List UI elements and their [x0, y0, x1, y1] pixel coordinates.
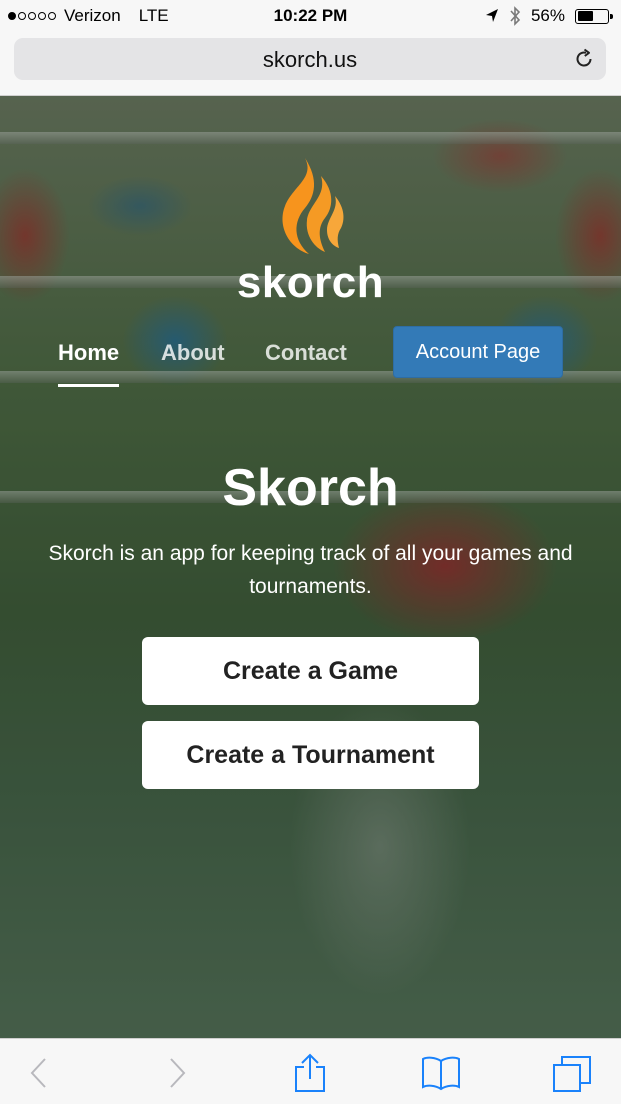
battery-fill — [577, 11, 594, 21]
tagline: Skorch is an app for keeping track of al… — [48, 542, 573, 598]
page: Verizon LTE 10:22 PM 56% skorch.us skorc… — [0, 0, 621, 1104]
battery-percent: 56% — [530, 6, 565, 25]
logo-text: skorch — [236, 258, 385, 307]
battery-tip — [610, 13, 613, 19]
nav-contact[interactable]: Contact — [265, 340, 347, 366]
main-nav: Home About Contact Account Page — [0, 326, 621, 394]
reload-icon[interactable] — [572, 47, 596, 71]
status-bar: Verizon LTE 10:22 PM 56% — [0, 0, 621, 34]
forward-icon[interactable] — [156, 1053, 196, 1093]
nav-home[interactable]: Home — [58, 340, 120, 387]
tabs-icon[interactable] — [552, 1053, 592, 1093]
bookmarks-icon[interactable] — [421, 1053, 461, 1093]
share-icon[interactable] — [290, 1053, 330, 1093]
page-title: Skorch — [222, 459, 399, 517]
url-area: skorch.us — [0, 34, 621, 96]
nav-contact-label: Contact — [265, 340, 347, 365]
url-text[interactable]: skorch.us — [14, 47, 606, 73]
browser-toolbar — [0, 1038, 621, 1104]
create-game-button[interactable]: Create a Game — [142, 637, 479, 705]
battery-icon — [575, 8, 613, 24]
logo[interactable]: skorch — [0, 156, 621, 308]
nav-about[interactable]: About — [161, 340, 225, 366]
location-arrow-icon — [485, 9, 498, 22]
nav-about-label: About — [161, 340, 225, 365]
active-underline — [58, 384, 120, 387]
address-bar[interactable]: skorch.us — [14, 38, 606, 80]
status-right: 56% — [485, 6, 613, 26]
nav-home-label: Home — [58, 340, 120, 365]
back-icon[interactable] — [20, 1053, 60, 1093]
account-page-button[interactable]: Account Page — [393, 326, 563, 378]
bluetooth-icon — [510, 6, 521, 26]
hero-section: skorch Home About Contact Account Page S… — [0, 96, 621, 1038]
flame-icon — [281, 158, 343, 254]
create-tournament-button[interactable]: Create a Tournament — [142, 721, 479, 789]
